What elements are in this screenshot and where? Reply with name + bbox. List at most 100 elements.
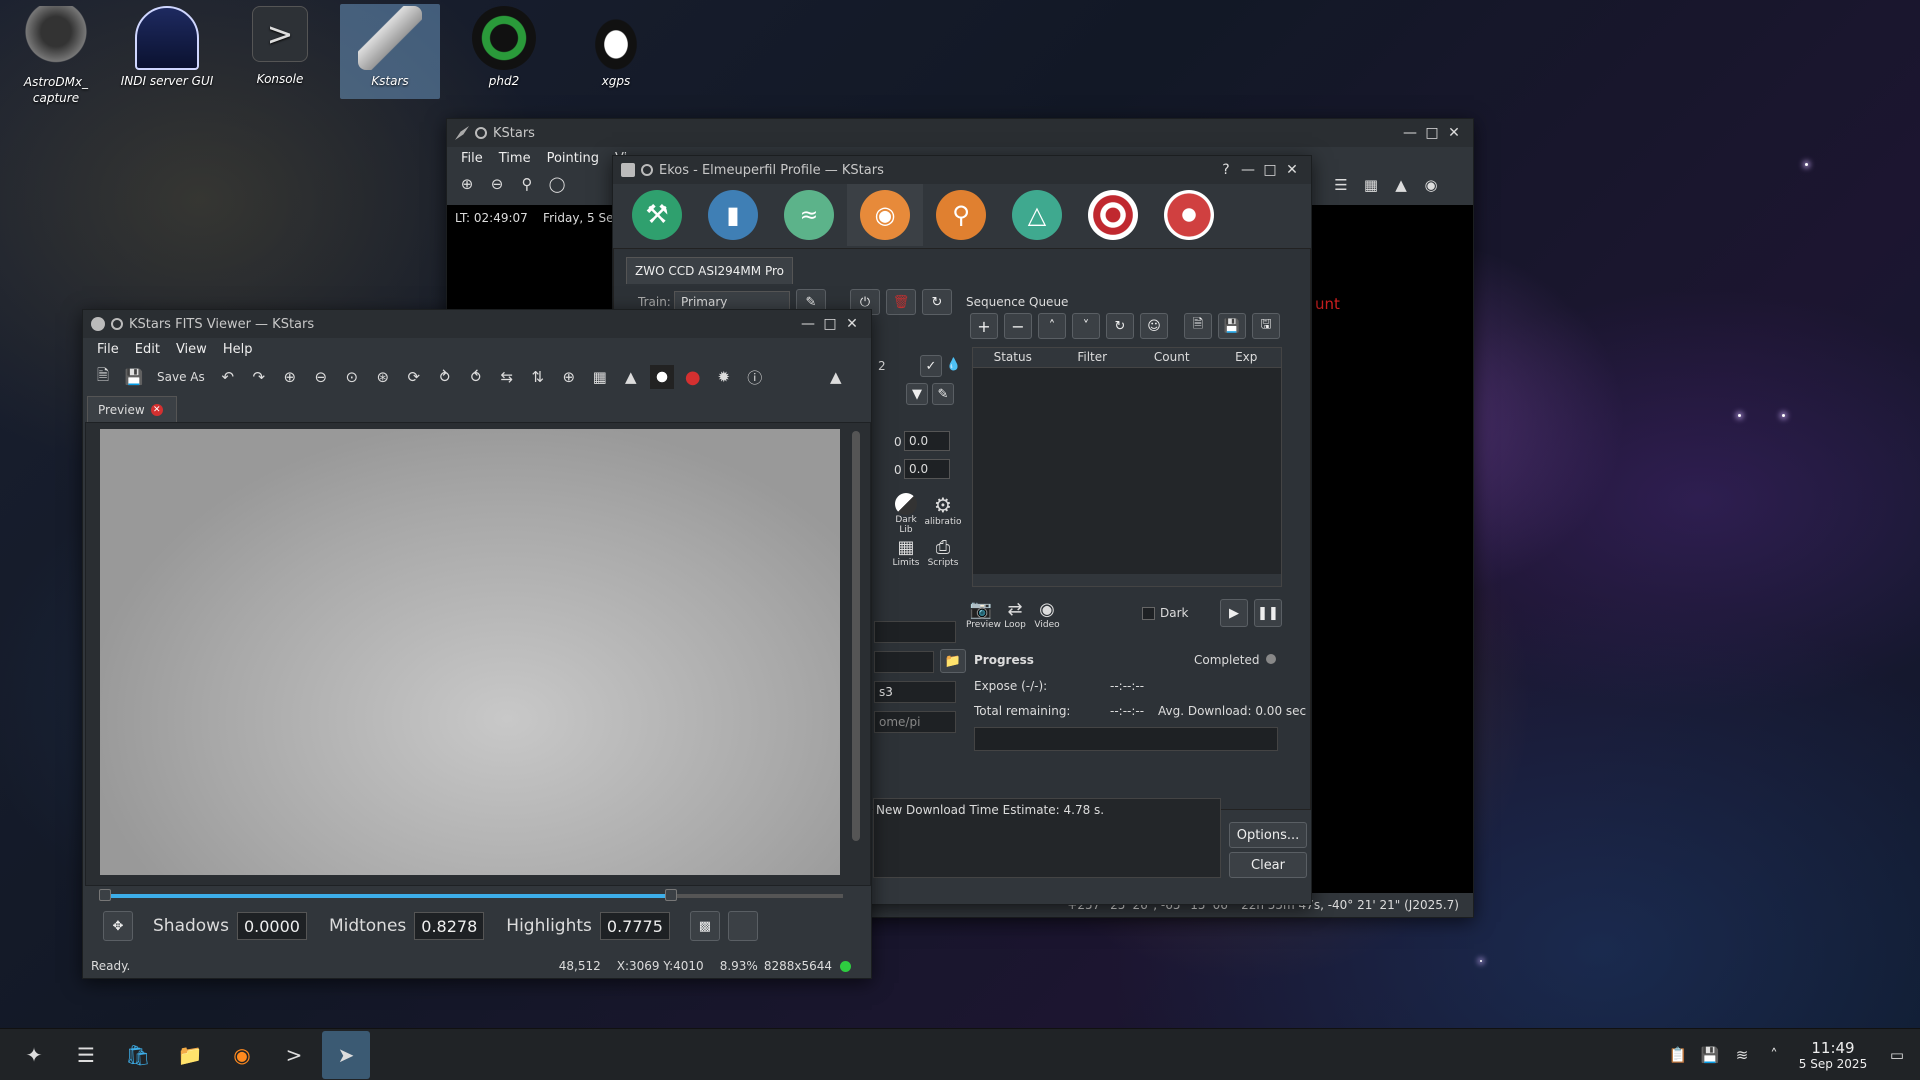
clock[interactable]: 11:49 5 Sep 2025 bbox=[1788, 1039, 1878, 1071]
slider-handle-right[interactable] bbox=[665, 889, 677, 901]
pin-icon[interactable] bbox=[641, 164, 653, 176]
folder-icon[interactable]: 📁 bbox=[940, 649, 966, 673]
grid-icon[interactable]: ▦ bbox=[588, 365, 612, 389]
konsole-icon[interactable]: > bbox=[270, 1031, 318, 1079]
zoom-in-icon[interactable]: ⊕ bbox=[278, 365, 302, 389]
desktop-icon-phd2[interactable]: phd2 bbox=[454, 4, 554, 88]
minimize-button[interactable]: — bbox=[797, 313, 819, 335]
desktop-icon-kstars[interactable]: Kstars bbox=[340, 4, 440, 99]
tab-focus[interactable]: ⚲ bbox=[923, 184, 999, 246]
limits-button[interactable]: ▦ Limits bbox=[890, 537, 922, 568]
dark-checkbox[interactable] bbox=[1142, 607, 1155, 620]
fits-image[interactable] bbox=[100, 429, 840, 875]
flip-vertical-icon[interactable]: ⇅ bbox=[526, 365, 550, 389]
clear-button[interactable]: Clear bbox=[1229, 852, 1307, 878]
record-icon[interactable]: ● bbox=[681, 365, 705, 389]
preview-tab[interactable]: Preview ✕ bbox=[87, 396, 177, 422]
maximize-button[interactable]: □ bbox=[1421, 122, 1443, 144]
open-icon[interactable]: 🗎 bbox=[91, 365, 115, 389]
highlights-input[interactable]: 0.7775 bbox=[599, 912, 670, 940]
column-exp[interactable]: Exp bbox=[1211, 348, 1281, 367]
remote-dir-field[interactable]: ome/pi bbox=[874, 711, 956, 733]
sequence-table[interactable]: Status Filter Count Exp bbox=[972, 347, 1282, 587]
scripts-button[interactable]: ⎙ Scripts bbox=[926, 537, 960, 568]
save-icon[interactable]: 💾 bbox=[122, 365, 146, 389]
pause-button[interactable]: ❚❚ bbox=[1254, 599, 1282, 627]
move-down-icon[interactable]: ˅ bbox=[1072, 313, 1100, 339]
eye-icon[interactable]: ◉ bbox=[1419, 173, 1443, 197]
preview-mode-button[interactable]: 📷 Preview bbox=[966, 599, 1001, 630]
offset-b-field[interactable]: 0.0 bbox=[904, 459, 950, 479]
crosshair-icon[interactable]: ⊕ bbox=[557, 365, 581, 389]
save-as-button[interactable]: Save As bbox=[153, 370, 209, 384]
upload-field[interactable] bbox=[874, 621, 956, 643]
close-button[interactable]: ✕ bbox=[1281, 159, 1303, 181]
menu-file[interactable]: File bbox=[453, 151, 491, 166]
maximize-button[interactable]: □ bbox=[1259, 159, 1281, 181]
triangle-icon[interactable]: ▲ bbox=[619, 365, 643, 389]
vertical-scrollbar[interactable] bbox=[850, 423, 862, 875]
tab-analyze[interactable]: ≈ bbox=[771, 184, 847, 246]
zoom-original-icon[interactable]: ⊛ bbox=[371, 365, 395, 389]
zoom-out-icon[interactable]: ⊖ bbox=[485, 172, 509, 196]
video-mode-button[interactable]: ◉ Video bbox=[1032, 599, 1062, 630]
kstars-titlebar[interactable]: KStars — □ ✕ bbox=[447, 119, 1473, 147]
reset-icon[interactable]: ↻ bbox=[1106, 313, 1134, 339]
save-icon[interactable]: 💾 bbox=[1218, 313, 1246, 339]
zoom-out-icon[interactable]: ⊖ bbox=[309, 365, 333, 389]
close-button[interactable]: ✕ bbox=[841, 313, 863, 335]
rotate-ccw-icon[interactable]: ⥀ bbox=[464, 365, 488, 389]
tab-mount[interactable]: △ bbox=[999, 184, 1075, 246]
desktop-icon-konsole[interactable]: > Konsole bbox=[230, 4, 330, 86]
firefox-icon[interactable]: ◉ bbox=[218, 1031, 266, 1079]
edit-filter-icon[interactable]: ✎ bbox=[932, 383, 954, 405]
zoom-in-icon[interactable]: ⊕ bbox=[455, 172, 479, 196]
menu-help[interactable]: Help bbox=[215, 342, 261, 357]
loop-mode-button[interactable]: ⇄ Loop bbox=[1000, 599, 1030, 630]
pin-icon[interactable] bbox=[475, 127, 487, 139]
apply-icon[interactable]: ✓ bbox=[920, 355, 942, 377]
stretch-toggle-button[interactable] bbox=[727, 911, 758, 941]
format-field[interactable]: s3 bbox=[874, 681, 956, 703]
start-button[interactable]: ▶ bbox=[1220, 599, 1248, 627]
calibration-button[interactable]: ⚙ alibratio bbox=[924, 493, 962, 527]
show-desktop-icon[interactable]: ▭ bbox=[1882, 1031, 1912, 1079]
user-icon[interactable]: ☺ bbox=[1140, 313, 1168, 339]
flip-horizontal-icon[interactable]: ⇆ bbox=[495, 365, 519, 389]
menu-file[interactable]: File bbox=[89, 342, 127, 357]
remove-job-icon[interactable]: − bbox=[1004, 313, 1032, 339]
ekos-icon[interactable]: ▲ bbox=[824, 365, 848, 389]
menu-view[interactable]: View bbox=[168, 342, 215, 357]
close-tab-icon[interactable]: ✕ bbox=[150, 403, 163, 416]
log-panel[interactable]: New Download Time Estimate: 4.78 s. bbox=[873, 798, 1221, 878]
redo-icon[interactable]: ↷ bbox=[247, 365, 271, 389]
menu-edit[interactable]: Edit bbox=[127, 342, 168, 357]
open-icon[interactable]: 🗎 bbox=[1184, 313, 1212, 339]
column-status[interactable]: Status bbox=[973, 348, 1052, 367]
help-button[interactable]: ? bbox=[1215, 159, 1237, 181]
observatory-icon[interactable]: ▲ bbox=[1389, 173, 1413, 197]
horizontal-scrollbar[interactable] bbox=[973, 574, 1281, 586]
tray-expand-icon[interactable]: ˄ bbox=[1760, 1031, 1788, 1079]
stretch-slider[interactable] bbox=[99, 889, 843, 901]
directory-field[interactable] bbox=[874, 651, 934, 673]
dark-lib-button[interactable]: Dark Lib bbox=[890, 493, 922, 535]
scrollbar-thumb[interactable] bbox=[852, 431, 860, 841]
menu-pointing[interactable]: Pointing bbox=[539, 151, 607, 166]
minimize-button[interactable]: — bbox=[1399, 122, 1421, 144]
task-manager-icon[interactable]: ☰ bbox=[62, 1031, 110, 1079]
tab-capture[interactable]: ◉ bbox=[847, 184, 923, 246]
tab-guide[interactable] bbox=[1151, 184, 1227, 246]
close-button[interactable]: ✕ bbox=[1443, 122, 1465, 144]
hfr-icon[interactable]: ✹ bbox=[712, 365, 736, 389]
fits-titlebar[interactable]: KStars FITS Viewer — KStars — □ ✕ bbox=[83, 310, 871, 338]
reset-button[interactable]: ↻ bbox=[922, 289, 952, 315]
info-icon[interactable]: ⓘ bbox=[743, 365, 767, 389]
wifi-icon[interactable]: ≋ bbox=[1728, 1031, 1756, 1079]
menu-time[interactable]: Time bbox=[491, 151, 539, 166]
column-filter[interactable]: Filter bbox=[1052, 348, 1131, 367]
undo-icon[interactable]: ↶ bbox=[216, 365, 240, 389]
desktop-icon-indi[interactable]: INDI server GUI bbox=[117, 4, 217, 88]
move-up-icon[interactable]: ˄ bbox=[1038, 313, 1066, 339]
slider-handle-left[interactable] bbox=[99, 889, 111, 901]
